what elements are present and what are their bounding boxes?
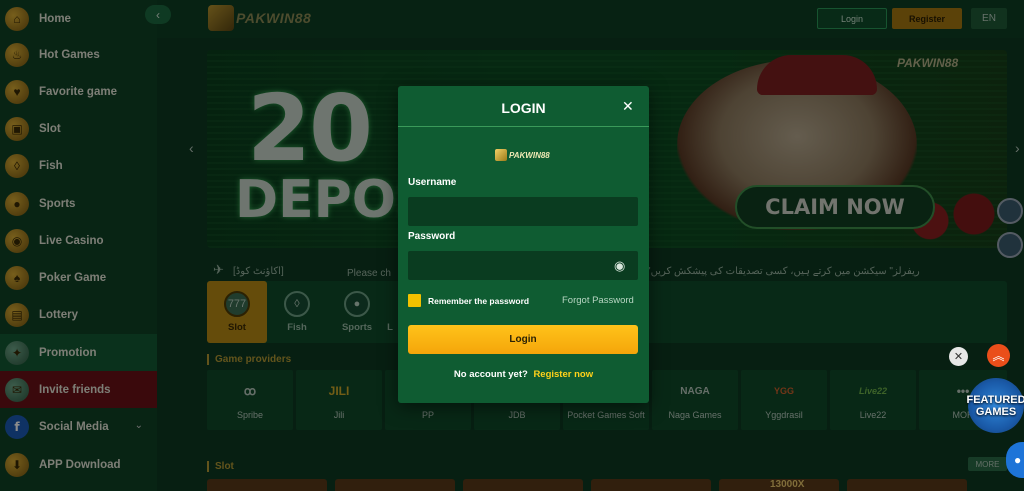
password-label: Password (408, 231, 456, 242)
eye-icon[interactable]: ◉ (614, 258, 625, 274)
username-input[interactable] (408, 197, 638, 226)
login-modal: LOGIN ✕ PAKWIN88 Username Password ◉ Rem… (398, 86, 649, 403)
close-icon[interactable]: ✕ (622, 98, 634, 115)
modal-logo: PAKWIN88 (495, 148, 550, 162)
no-account-text: No account yet? (453, 369, 528, 380)
login-submit-button[interactable]: Login (408, 325, 638, 354)
close-widget-icon[interactable]: ✕ (949, 347, 968, 366)
modal-divider (398, 126, 649, 127)
modal-logo-text: PAKWIN88 (509, 150, 550, 160)
scroll-top-icon[interactable]: ︽ (987, 344, 1010, 367)
modal-title: LOGIN (501, 100, 546, 116)
featured-line1: FEATURED (966, 393, 1024, 406)
featured-games-label: FEATURED GAMES (966, 394, 1024, 418)
register-now-link[interactable]: Register now (533, 369, 593, 380)
logo-mark-icon (495, 149, 507, 161)
username-label: Username (408, 177, 457, 188)
featured-line2: GAMES (975, 405, 1017, 418)
remember-checkbox[interactable] (408, 294, 421, 307)
forgot-password-link[interactable]: Forgot Password (562, 295, 634, 306)
remember-label: Remember the password (428, 296, 530, 306)
featured-games-button[interactable]: FEATURED GAMES (966, 378, 1024, 433)
password-input[interactable] (408, 251, 638, 280)
no-account-row: No account yet? Register now (398, 369, 649, 380)
